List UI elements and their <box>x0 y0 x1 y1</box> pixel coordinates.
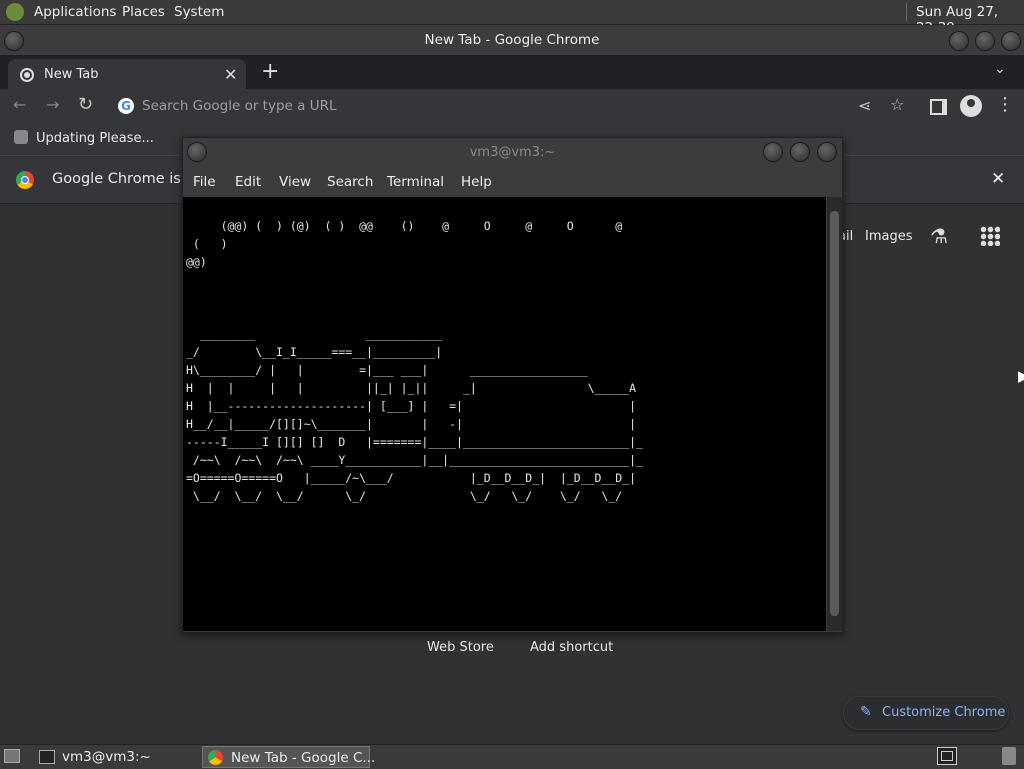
terminal-title: vm3@vm3:~ <box>469 145 556 160</box>
omnibox-placeholder: Search Google or type a URL <box>142 98 337 114</box>
reload-icon[interactable]: ↻ <box>78 94 93 115</box>
chrome-window-title: New Tab - Google Chrome <box>424 32 600 48</box>
menu-system[interactable]: System <box>174 4 224 20</box>
labs-flask-icon[interactable]: ⚗ <box>930 224 948 248</box>
back-arrow-icon[interactable]: ← <box>13 95 26 114</box>
bottom-panel: vm3@vm3:~ New Tab - Google C... <box>0 744 1024 769</box>
new-tab-button[interactable]: + <box>261 59 279 84</box>
google-g-icon: G <box>118 98 134 114</box>
terminal-app-icon <box>39 750 55 764</box>
tab-title: New Tab <box>44 67 99 82</box>
close-window-button[interactable] <box>1001 31 1021 51</box>
taskbar-label-chrome: New Tab - Google C... <box>231 750 376 766</box>
terminal-menu-terminal[interactable]: Terminal <box>387 174 444 190</box>
apps-grid-icon[interactable] <box>980 226 1000 246</box>
taskbar-item-terminal[interactable]: vm3@vm3:~ <box>34 746 198 768</box>
tab-new-tab[interactable]: New Tab ✕ <box>8 59 246 89</box>
images-link[interactable]: Images <box>865 229 913 244</box>
menu-places[interactable]: Places <box>122 4 165 20</box>
terminal-output: (@@) ( ) (@) ( ) @@ () @ O @ O @ ( ) @@)… <box>186 219 643 503</box>
terminal-maximize-button[interactable] <box>790 142 810 162</box>
terminal-menu-file[interactable]: File <box>193 174 216 190</box>
top-panel: Applications Places System Sun Aug 27, 2… <box>0 0 1024 36</box>
terminal-window[interactable]: vm3@vm3:~ File Edit View Search Terminal… <box>182 137 843 633</box>
chrome-favicon-icon <box>20 68 34 82</box>
side-panel-icon[interactable] <box>930 99 947 115</box>
chrome-taskbar-icon <box>208 750 223 765</box>
show-desktop-icon[interactable] <box>4 749 20 763</box>
terminal-menubar: File Edit View Search Terminal Help <box>183 168 842 196</box>
share-icon[interactable]: ⋖ <box>858 96 871 115</box>
profile-avatar-icon[interactable] <box>960 95 982 117</box>
bookmark-item[interactable]: Updating Please... <box>14 130 154 146</box>
terminal-menu-help[interactable]: Help <box>461 174 492 190</box>
mouse-cursor-icon: ▶ <box>1018 367 1024 385</box>
chrome-logo-icon <box>16 171 34 189</box>
distro-logo-icon[interactable] <box>6 3 24 21</box>
toolbar: ← → ↻ G Search Google or type a URL ⋖ ☆ … <box>0 89 1024 123</box>
tab-strip: New Tab ✕ + ⌄ <box>0 55 1024 89</box>
tab-search-chevron-icon[interactable]: ⌄ <box>994 61 1006 77</box>
package-icon <box>14 130 28 144</box>
customize-label: Customize Chrome <box>882 705 1006 720</box>
customize-chrome-button[interactable]: ✎ Customize Chrome <box>843 696 1009 730</box>
bookmark-star-icon[interactable]: ☆ <box>890 95 904 114</box>
terminal-menu-search[interactable]: Search <box>327 174 373 190</box>
bookmark-label: Updating Please... <box>36 131 154 146</box>
terminal-minimize-button[interactable] <box>763 142 783 162</box>
chrome-titlebar[interactable]: New Tab - Google Chrome <box>0 25 1024 55</box>
menu-kebab-icon[interactable]: ⋮ <box>996 94 1014 115</box>
panel-separator <box>906 3 907 21</box>
forward-arrow-icon[interactable]: → <box>46 95 59 114</box>
menu-applications[interactable]: Applications <box>34 4 116 20</box>
pencil-icon: ✎ <box>860 704 872 720</box>
taskbar-label-terminal: vm3@vm3:~ <box>62 749 151 765</box>
terminal-close-button[interactable] <box>817 142 837 162</box>
trash-icon[interactable] <box>1002 747 1016 765</box>
taskbar-item-chrome[interactable]: New Tab - Google C... <box>202 746 375 768</box>
omnibox[interactable]: G Search Google or type a URL ⋖ ☆ <box>112 93 920 119</box>
tab-close-icon[interactable]: ✕ <box>224 65 237 84</box>
infobar-message: Google Chrome isn't <box>52 171 200 187</box>
terminal-menu-view[interactable]: View <box>279 174 311 190</box>
shortcut-web-store[interactable]: Web Store <box>427 640 494 655</box>
terminal-scrollbar[interactable] <box>827 197 842 631</box>
workspace-switcher-icon[interactable] <box>937 747 957 765</box>
shortcut-add[interactable]: Add shortcut <box>530 640 613 655</box>
terminal-menu-edit[interactable]: Edit <box>235 174 261 190</box>
terminal-scrollbar-thumb[interactable] <box>830 211 839 616</box>
infobar-close-icon[interactable]: ✕ <box>991 169 1005 189</box>
terminal-screen[interactable]: (@@) ( ) (@) ( ) @@ () @ O @ O @ ( ) @@)… <box>183 197 826 631</box>
minimize-button[interactable] <box>949 31 969 51</box>
maximize-button[interactable] <box>975 31 995 51</box>
